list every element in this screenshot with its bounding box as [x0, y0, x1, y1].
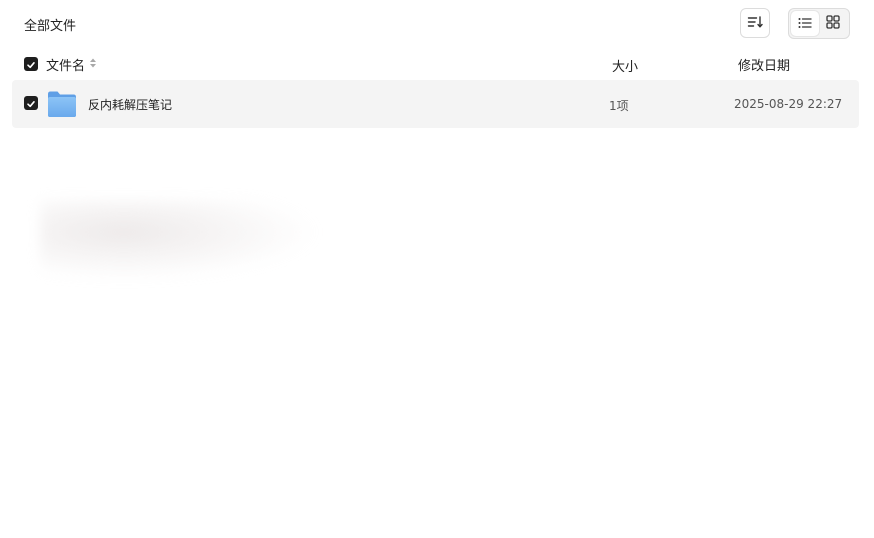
breadcrumb[interactable]: 全部文件	[24, 15, 76, 34]
grid-view-icon	[826, 14, 840, 33]
view-toggle	[788, 8, 850, 39]
file-name[interactable]: 反内耗解压笔记	[88, 96, 172, 113]
select-all-checkbox[interactable]	[24, 57, 38, 71]
file-browser: 全部文件 文件名 大小 修改日期 反内耗解压笔记 1项 2025-08-29 2…	[0, 0, 874, 538]
table-row[interactable]: 反内耗解压笔记 1项 2025-08-29 22:27	[12, 80, 859, 128]
grid-view-button[interactable]	[820, 11, 848, 36]
sort-icon	[747, 14, 763, 33]
column-name-label: 文件名	[46, 59, 86, 74]
row-checkbox[interactable]	[24, 96, 38, 110]
blurred-overlay	[40, 200, 320, 280]
sort-button[interactable]	[740, 8, 770, 38]
column-header-size[interactable]: 大小	[612, 56, 638, 75]
file-modified-date: 2025-08-29 22:27	[734, 97, 843, 111]
list-view-button[interactable]	[791, 11, 819, 36]
folder-icon	[47, 90, 77, 118]
column-header-name[interactable]: 文件名	[46, 55, 97, 74]
sort-toggle-icon[interactable]	[89, 57, 97, 73]
column-header-modified[interactable]: 修改日期	[738, 55, 790, 74]
file-size: 1项	[609, 99, 629, 113]
table-header: 文件名 大小 修改日期	[0, 52, 874, 76]
list-view-icon	[798, 14, 812, 33]
checkmark-icon	[26, 94, 36, 113]
checkmark-icon	[26, 55, 36, 74]
